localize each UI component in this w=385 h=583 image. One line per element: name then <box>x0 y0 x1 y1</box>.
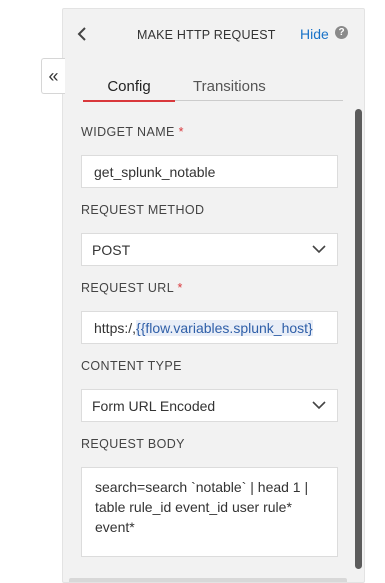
hide-link[interactable]: Hide <box>300 26 329 42</box>
request-method-value: POST <box>92 242 131 258</box>
panel-scrollbar[interactable] <box>355 109 362 569</box>
panel-footer-bar <box>69 578 347 582</box>
content-type-select[interactable]: Form URL Encoded <box>81 389 338 422</box>
request-url-label: REQUEST URL * <box>81 281 183 295</box>
tab-config[interactable]: Config <box>83 78 175 95</box>
help-icon[interactable]: ? <box>335 26 348 39</box>
content-type-value: Form URL Encoded <box>92 398 216 414</box>
collapse-icon: « <box>48 65 59 86</box>
request-method-select[interactable]: POST <box>81 233 338 266</box>
content-type-label: CONTENT TYPE <box>81 359 182 373</box>
active-tab-indicator <box>83 100 175 102</box>
request-url-variable: {{flow.variables.splunk_host} <box>136 320 313 336</box>
tab-transitions[interactable]: Transitions <box>193 78 266 95</box>
panel-title: MAKE HTTP REQUEST <box>137 28 276 42</box>
tab-bar: Config Transitions <box>83 73 343 102</box>
request-body-textarea[interactable]: search=search `notable` | head 1 | table… <box>81 467 338 557</box>
request-url-prefix: https:/, <box>94 320 137 336</box>
request-method-label: REQUEST METHOD <box>81 203 205 217</box>
chevron-down-icon <box>312 245 326 254</box>
back-icon[interactable] <box>73 24 93 44</box>
collapse-panel-button[interactable]: « <box>41 58 65 94</box>
request-url-input[interactable]: https:/,{{flow.variables.splunk_host} <box>81 311 338 344</box>
widget-name-input[interactable]: get_splunk_notable <box>81 155 338 188</box>
chevron-down-icon <box>312 401 326 410</box>
request-body-label: REQUEST BODY <box>81 437 185 451</box>
widget-config-panel: MAKE HTTP REQUEST Hide ? Config Transiti… <box>62 8 365 583</box>
widget-name-label: WIDGET NAME * <box>81 125 184 139</box>
panel-header: MAKE HTTP REQUEST Hide ? <box>63 9 364 61</box>
